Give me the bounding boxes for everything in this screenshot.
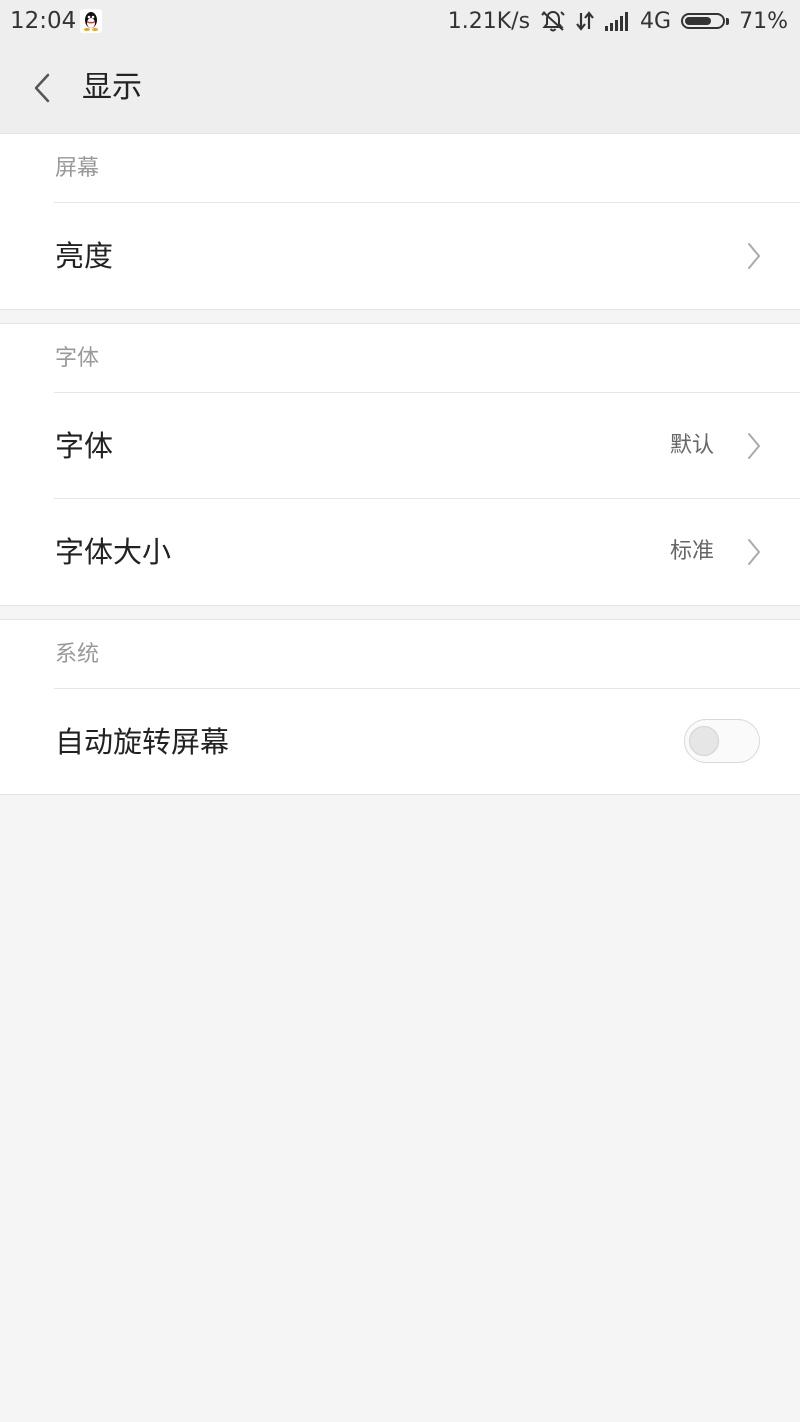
- data-transfer-icon: [576, 9, 594, 33]
- font-value: 默认: [669, 433, 714, 458]
- section-header: 字体: [0, 324, 800, 392]
- font-row[interactable]: 字体 默认: [0, 392, 800, 498]
- auto-rotate-label: 自动旋转屏幕: [55, 725, 230, 759]
- section-font: 字体 字体 默认 字体大小 标准: [0, 323, 800, 606]
- section-header-system: 系统: [55, 642, 100, 667]
- chevron-right-icon: [748, 243, 760, 269]
- section-header: 屏幕: [0, 134, 800, 202]
- network-speed: 1.21K/s: [447, 8, 531, 34]
- font-size-row[interactable]: 字体大小 标准: [0, 498, 800, 605]
- section-system: 系统 自动旋转屏幕: [0, 619, 800, 795]
- page-title: 显示: [82, 70, 142, 105]
- brightness-row[interactable]: 亮度: [0, 202, 800, 309]
- network-type: 4G: [640, 8, 672, 34]
- brightness-label: 亮度: [55, 239, 114, 273]
- font-size-value: 标准: [669, 539, 714, 564]
- back-button[interactable]: [22, 66, 62, 110]
- divider: [54, 688, 800, 689]
- section-header-screen: 屏幕: [55, 156, 100, 181]
- divider: [54, 498, 800, 499]
- section-header-font: 字体: [55, 346, 100, 371]
- divider: [54, 202, 800, 203]
- chevron-right-icon: [748, 539, 760, 565]
- chevron-right-icon: [748, 433, 760, 459]
- status-bar: 12:04 1.21K/s 4G 71%: [0, 0, 800, 42]
- section-screen: 屏幕 亮度: [0, 133, 800, 310]
- signal-icon: [604, 10, 630, 32]
- divider: [54, 392, 800, 393]
- font-label: 字体: [55, 429, 114, 463]
- auto-rotate-row[interactable]: 自动旋转屏幕: [0, 688, 800, 794]
- font-size-label: 字体大小: [55, 535, 172, 569]
- qq-icon: [80, 9, 102, 33]
- battery-icon: [681, 13, 730, 29]
- alarm-off-icon: [540, 9, 566, 33]
- section-header: 系统: [0, 620, 800, 688]
- status-time: 12:04: [10, 8, 77, 34]
- status-indicators: 1.21K/s 4G 71%: [448, 7, 788, 35]
- auto-rotate-toggle[interactable]: [684, 719, 760, 763]
- chevron-left-icon: [34, 73, 50, 103]
- battery-percent: 71%: [739, 8, 788, 34]
- title-bar: 显示: [0, 42, 800, 134]
- toggle-knob: [689, 726, 719, 756]
- battery-level: [685, 17, 712, 25]
